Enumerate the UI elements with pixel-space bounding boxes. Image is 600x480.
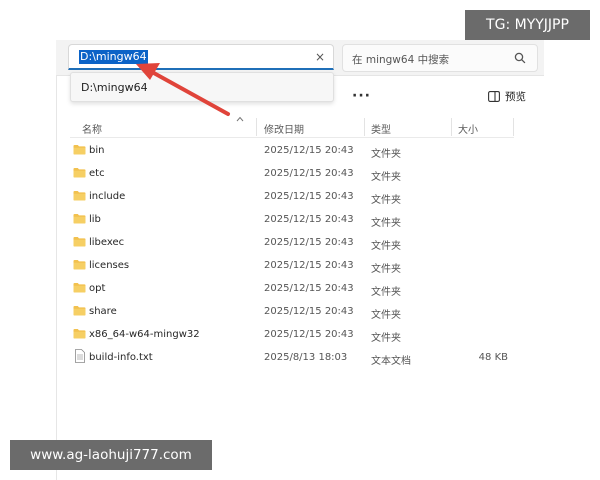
column-name[interactable]: 名称: [82, 121, 102, 136]
file-type: 文件夹: [371, 287, 401, 298]
folder-icon: [73, 214, 86, 224]
address-input[interactable]: D:\mingw64: [79, 50, 148, 64]
file-row[interactable]: etc 2025/12/15 20:43 文件夹: [70, 163, 514, 186]
column-size[interactable]: 大小: [458, 121, 478, 136]
file-row[interactable]: x86_64-w64-mingw32 2025/12/15 20:43 文件夹: [70, 324, 514, 347]
file-name[interactable]: lib: [89, 214, 101, 225]
file-type: 文件夹: [371, 333, 401, 344]
file-name[interactable]: include: [89, 191, 125, 202]
watermark-top: TG: MYYJJPP: [465, 10, 590, 40]
file-modified: 2025/12/15 20:43: [264, 329, 354, 340]
column-modified[interactable]: 修改日期: [264, 121, 304, 136]
file-name[interactable]: opt: [89, 283, 105, 294]
folder-icon: [73, 168, 86, 178]
column-divider[interactable]: [256, 118, 257, 136]
file-type: 文本文档: [371, 356, 411, 367]
file-modified: 2025/12/15 20:43: [264, 145, 354, 156]
folder-icon: [73, 329, 86, 339]
file-name[interactable]: bin: [89, 145, 104, 156]
folder-icon: [73, 260, 86, 270]
search-icon[interactable]: [513, 51, 527, 65]
file-type: 文件夹: [371, 149, 401, 160]
file-modified: 2025/8/13 18:03: [264, 352, 348, 363]
column-header: 名称 修改日期 类型 大小: [70, 116, 514, 138]
file-row[interactable]: licenses 2025/12/15 20:43 文件夹: [70, 255, 514, 278]
file-type: 文件夹: [371, 218, 401, 229]
preview-button[interactable]: 预览: [488, 88, 526, 104]
file-name[interactable]: licenses: [89, 260, 129, 271]
watermark-bottom: www.ag-laohuji777.com: [10, 440, 212, 470]
search-box[interactable]: 在 mingw64 中搜索: [342, 44, 538, 72]
file-row[interactable]: build-info.txt 2025/8/13 18:03 文本文档 48 KB: [70, 347, 514, 370]
file-modified: 2025/12/15 20:43: [264, 168, 354, 179]
folder-icon: [73, 145, 86, 155]
file-name[interactable]: x86_64-w64-mingw32: [89, 329, 200, 340]
search-input[interactable]: 在 mingw64 中搜索: [352, 52, 449, 67]
file-modified: 2025/12/15 20:43: [264, 214, 354, 225]
file-row[interactable]: lib 2025/12/15 20:43 文件夹: [70, 209, 514, 232]
file-name[interactable]: libexec: [89, 237, 124, 248]
file-type: 文件夹: [371, 172, 401, 183]
file-name[interactable]: build-info.txt: [89, 352, 153, 363]
more-options-button[interactable]: ···: [352, 88, 371, 104]
file-modified: 2025/12/15 20:43: [264, 306, 354, 317]
column-divider[interactable]: [513, 118, 514, 136]
file-row[interactable]: share 2025/12/15 20:43 文件夹: [70, 301, 514, 324]
folder-icon: [73, 283, 86, 293]
text-file-icon: [75, 349, 85, 363]
file-row[interactable]: opt 2025/12/15 20:43 文件夹: [70, 278, 514, 301]
file-name[interactable]: share: [89, 306, 117, 317]
file-row[interactable]: bin 2025/12/15 20:43 文件夹: [70, 140, 514, 163]
column-divider[interactable]: [451, 118, 452, 136]
file-row[interactable]: libexec 2025/12/15 20:43 文件夹: [70, 232, 514, 255]
preview-pane-icon: [488, 90, 500, 102]
file-modified: 2025/12/15 20:43: [264, 191, 354, 202]
suggestion-item[interactable]: D:\mingw64: [81, 81, 148, 94]
file-modified: 2025/12/15 20:43: [264, 260, 354, 271]
clear-icon[interactable]: ×: [315, 49, 325, 65]
address-suggestions: D:\mingw64: [70, 72, 334, 102]
folder-icon: [73, 306, 86, 316]
preview-label: 预览: [505, 90, 526, 103]
file-size: 48 KB: [478, 352, 508, 363]
column-type[interactable]: 类型: [371, 121, 391, 136]
file-modified: 2025/12/15 20:43: [264, 237, 354, 248]
address-bar[interactable]: D:\mingw64 ×: [68, 44, 334, 70]
file-type: 文件夹: [371, 264, 401, 275]
file-type: 文件夹: [371, 195, 401, 206]
file-modified: 2025/12/15 20:43: [264, 283, 354, 294]
file-type: 文件夹: [371, 241, 401, 252]
folder-icon: [73, 237, 86, 247]
file-list: bin 2025/12/15 20:43 文件夹 etc 2025/12/15 20:4…: [70, 140, 514, 370]
file-row[interactable]: include 2025/12/15 20:43 文件夹: [70, 186, 514, 209]
column-divider[interactable]: [364, 118, 365, 136]
file-type: 文件夹: [371, 310, 401, 321]
sort-ascending-icon: [236, 116, 244, 122]
file-name[interactable]: etc: [89, 168, 105, 179]
folder-icon: [73, 191, 86, 201]
